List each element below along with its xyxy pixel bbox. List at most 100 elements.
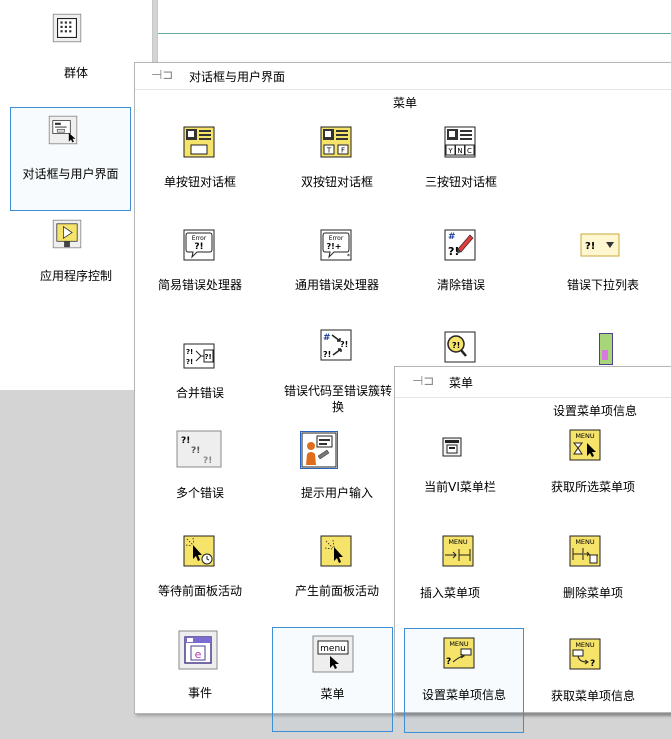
palette-subheader: 菜单 xyxy=(392,96,417,110)
palette-item-label: 提示用户输入 xyxy=(300,486,373,500)
events-icon: e xyxy=(177,629,219,671)
svg-text:MENU: MENU xyxy=(575,432,595,440)
svg-text:?!: ?! xyxy=(585,241,595,252)
palette-item-merge-errors[interactable]: ?!?!?! 合并错误 xyxy=(135,333,265,413)
palette-item-two-button-dialog[interactable]: TF 双按钮对话框 xyxy=(272,118,402,198)
dialog-ui-icon xyxy=(47,114,91,158)
palette-item-label: 多个错误 xyxy=(175,486,224,500)
svg-text:#: # xyxy=(323,333,331,343)
svg-text:?!: ?! xyxy=(452,341,460,350)
svg-text:?!: ?! xyxy=(181,436,190,446)
svg-text:Y: Y xyxy=(447,147,453,155)
general-error-handler-icon: Error ?!+ * xyxy=(320,229,352,261)
palette-item-label: 当前VI菜单栏 xyxy=(424,480,496,494)
multiple-errors-icon: ?!?!?! xyxy=(175,429,223,469)
current-vi-menubar-icon xyxy=(442,437,462,457)
palette-item-three-button-dialog[interactable]: YNC 三按钮对话框 xyxy=(406,118,536,198)
pin-icon[interactable]: ⊣⊐ xyxy=(412,374,434,389)
palette-item-label: 清除错误 xyxy=(436,278,485,292)
palette-item-prompt-user-input[interactable]: 提示用户输入 xyxy=(272,423,402,508)
palette-item-label: 事件 xyxy=(187,686,212,700)
palette-item-label: 对话框与用户界面 xyxy=(22,167,119,181)
palette-title: 对话框与用户界面 xyxy=(189,70,286,84)
partial-icon-right xyxy=(599,333,613,365)
palette-item-error-ring[interactable]: ?! 错误下拉列表 xyxy=(536,225,670,305)
set-menu-item-info-icon: MENU? xyxy=(443,637,475,669)
palette-item-label: 错误代码至错误簇转换 xyxy=(284,384,393,414)
svg-text:?: ? xyxy=(590,659,595,669)
cluster-icon xyxy=(51,12,95,56)
palette-item-label: 应用程序控制 xyxy=(39,269,112,283)
get-selected-menu-item-icon: MENU xyxy=(569,429,601,461)
svg-text:N: N xyxy=(457,147,462,155)
app-control-icon xyxy=(51,218,95,262)
palette-item-label: 错误下拉列表 xyxy=(566,278,639,292)
palette-item-label: 合并错误 xyxy=(175,386,224,400)
svg-text:?!: ?! xyxy=(340,340,348,349)
palette-item-dialog-ui[interactable]: 对话框与用户界面 xyxy=(10,107,131,211)
functions-palette-left: 群体 对话框与用户界面 应用程序控制 xyxy=(0,0,153,390)
simple-error-handler-icon: Error?! xyxy=(183,229,215,261)
svg-text:?!: ?! xyxy=(323,350,331,359)
pin-icon[interactable]: ⊣⊐ xyxy=(151,68,173,83)
wait-front-panel-icon xyxy=(183,535,215,567)
palette-item-label: 三按钮对话框 xyxy=(424,175,497,189)
palette-item-wait-front-panel[interactable]: 等待前面板活动 xyxy=(135,529,265,609)
svg-text:#: # xyxy=(448,232,456,242)
palette-item-cluster[interactable]: 群体 xyxy=(0,0,152,95)
palette-titlebar[interactable]: ⊣⊐ 菜单 xyxy=(395,367,671,398)
svg-text:?!: ?! xyxy=(186,358,193,366)
palette-item-get-menu-item-info[interactable]: MENU? 获取菜单项信息 xyxy=(527,630,671,710)
two-button-dialog-icon: TF xyxy=(320,126,352,158)
svg-text:Error: Error xyxy=(329,235,344,242)
svg-text:T: T xyxy=(326,147,332,155)
svg-text:MENU: MENU xyxy=(575,538,595,546)
palette-item-partial-error-icon[interactable]: ?! xyxy=(406,325,516,365)
svg-text:F: F xyxy=(341,147,345,155)
palette-item-label: 简易错误处理器 xyxy=(157,278,242,292)
palette-item-current-vi-menubar[interactable]: 当前VI菜单栏 xyxy=(395,425,525,505)
error-code-to-cluster-icon: #?!?! xyxy=(320,329,352,361)
palette-item-label: 群体 xyxy=(63,66,88,80)
svg-text:C: C xyxy=(467,147,472,155)
palette-item-simple-error-handler[interactable]: Error?! 简易错误处理器 xyxy=(135,225,265,305)
svg-text:*: * xyxy=(347,253,350,260)
svg-text:?!: ?! xyxy=(186,348,193,356)
svg-text:MENU: MENU xyxy=(448,538,468,546)
palette-item-label: 删除菜单项 xyxy=(562,586,623,600)
svg-text:MENU: MENU xyxy=(449,640,469,648)
palette-item-clear-errors[interactable]: #?! 清除错误 xyxy=(406,225,536,305)
svg-text:?!: ?! xyxy=(203,456,212,466)
svg-text:?!: ?! xyxy=(194,242,203,252)
palette-item-insert-menu-items[interactable]: MENU 插入菜单项 xyxy=(395,527,525,607)
find-error-icon: ?! xyxy=(444,331,476,363)
palette-item-get-selected-menu-item[interactable]: MENU 获取所选菜单项 xyxy=(527,425,671,505)
svg-text:menu: menu xyxy=(320,644,346,654)
svg-text:?!+: ?!+ xyxy=(327,242,342,251)
delete-menu-items-icon: MENU xyxy=(569,535,601,567)
palette-item-app-control[interactable]: 应用程序控制 xyxy=(0,212,152,292)
palette-item-label: 产生前面板活动 xyxy=(294,584,379,598)
clear-errors-icon: #?! xyxy=(444,229,476,261)
palette-item-label: 获取所选菜单项 xyxy=(550,480,635,494)
palette-item-events[interactable]: e 事件 xyxy=(135,623,265,703)
palette-item-one-button-dialog[interactable]: 单按钮对话框 xyxy=(135,118,265,198)
palette-subheader: 设置菜单项信息 xyxy=(552,404,637,418)
generate-front-panel-icon xyxy=(320,535,352,567)
palette-item-label: 插入菜单项 xyxy=(419,586,480,600)
palette-item-set-menu-item-info[interactable]: MENU? 设置菜单项信息 xyxy=(404,628,524,733)
palette-titlebar[interactable]: ⊣⊐ 对话框与用户界面 xyxy=(135,63,671,90)
palette-item-label: 双按钮对话框 xyxy=(300,175,373,189)
palette-item-general-error-handler[interactable]: Error ?!+ * 通用错误处理器 xyxy=(272,225,402,305)
palette-item-delete-menu-items[interactable]: MENU 删除菜单项 xyxy=(527,527,671,607)
three-button-dialog-icon: YNC xyxy=(444,126,476,158)
palette-item-multiple-errors[interactable]: ?!?!?! 多个错误 xyxy=(135,423,265,508)
palette-item-label: 单按钮对话框 xyxy=(163,175,236,189)
palette-item-menus[interactable]: menu 菜单 xyxy=(272,627,393,732)
background-window xyxy=(157,0,671,62)
palette-item-label: 等待前面板活动 xyxy=(157,584,242,598)
palette-title: 菜单 xyxy=(449,376,474,390)
palette-item-error-code-to-cluster[interactable]: #?!?! 错误代码至错误簇转换 xyxy=(272,325,402,415)
divider-line xyxy=(158,33,671,34)
palette-item-generate-front-panel[interactable]: 产生前面板活动 xyxy=(272,529,402,609)
